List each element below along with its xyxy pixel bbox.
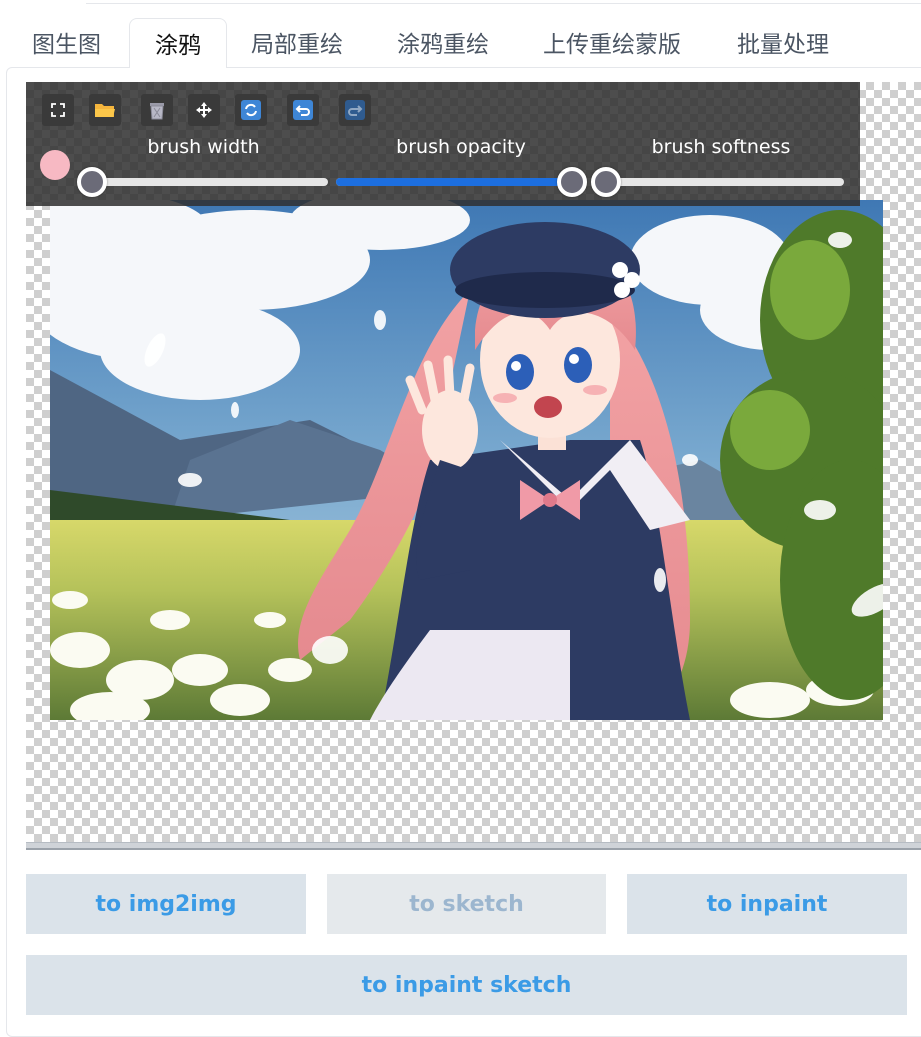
brush-width-slider[interactable] — [77, 167, 328, 197]
tab-inpaint-upload[interactable]: 上传重绘蒙版 — [543, 18, 681, 68]
canvas-bottom-bar — [26, 842, 921, 850]
redo-icon[interactable] — [339, 94, 371, 126]
brush-opacity-slider[interactable] — [336, 167, 587, 197]
tab-img2img[interactable]: 图生图 — [32, 18, 101, 68]
to-img2img-button[interactable]: to img2img — [26, 874, 306, 934]
brush-softness-slider[interactable] — [591, 167, 844, 197]
tab-batch[interactable]: 批量处理 — [737, 18, 829, 68]
sketch-image — [50, 200, 883, 720]
brush-opacity-thumb[interactable] — [557, 167, 587, 197]
brush-opacity-label: brush opacity — [396, 136, 526, 158]
tab-bar: 图生图 涂鸦 局部重绘 涂鸦重绘 上传重绘蒙版 批量处理 — [0, 18, 921, 68]
brush-softness-label: brush softness — [651, 136, 791, 158]
sketch-toolbar: brush width brush opacity brush softness — [26, 82, 860, 206]
brush-width-thumb[interactable] — [77, 167, 107, 197]
top-divider — [86, 0, 921, 4]
brush-color-swatch[interactable] — [40, 150, 70, 180]
tab-inpaint[interactable]: 局部重绘 — [251, 18, 343, 68]
folder-icon[interactable] — [89, 94, 121, 126]
tab-inpaint-sketch[interactable]: 涂鸦重绘 — [397, 18, 489, 68]
to-inpaint-button[interactable]: to inpaint — [627, 874, 907, 934]
tab-sketch[interactable]: 涂鸦 — [129, 18, 227, 68]
brush-opacity-fill — [336, 178, 572, 186]
trash-icon[interactable] — [141, 94, 173, 126]
brush-width-label: brush width — [147, 136, 260, 158]
undo-icon[interactable] — [287, 94, 319, 126]
fullscreen-icon[interactable] — [42, 94, 74, 126]
to-inpaint-sketch-button[interactable]: to inpaint sketch — [26, 955, 907, 1015]
move-icon[interactable] — [188, 94, 220, 126]
brush-softness-thumb[interactable] — [591, 167, 621, 197]
to-sketch-button[interactable]: to sketch — [327, 874, 606, 934]
reset-icon[interactable] — [235, 94, 267, 126]
